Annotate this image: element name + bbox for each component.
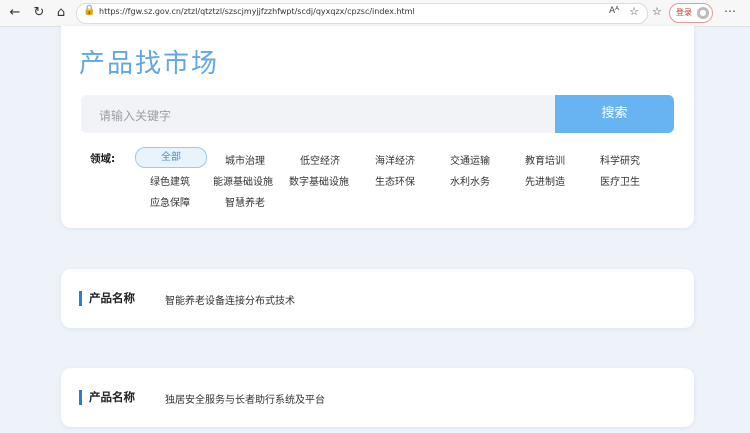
product-label: 产品名称: [89, 390, 135, 404]
tag-research[interactable]: 科学研究: [600, 152, 640, 167]
search-placeholder: 请输入关键字: [99, 109, 172, 123]
tag-ecology[interactable]: 生态环保: [375, 173, 415, 188]
browser-toolbar: ← ↻ ⌂ 🔒 https://fgw.sz.gov.cn/ztzl/qtztz…: [0, 0, 750, 27]
home-icon[interactable]: ⌂: [52, 4, 70, 22]
lock-icon[interactable]: 🔒: [83, 5, 95, 16]
refresh-icon[interactable]: ↻: [30, 4, 48, 22]
tag-low-altitude[interactable]: 低空经济: [300, 152, 340, 167]
back-arrow-icon[interactable]: ←: [6, 4, 24, 22]
url-text[interactable]: https://fgw.sz.gov.cn/ztzl/qtztzl/szscjm…: [99, 7, 415, 16]
accent-bar: [79, 390, 82, 405]
login-button[interactable]: 登录 ●: [669, 3, 713, 23]
tag-city-governance[interactable]: 城市治理: [225, 152, 265, 167]
tag-green-building[interactable]: 绿色建筑: [150, 173, 190, 188]
product-label: 产品名称: [89, 291, 135, 305]
tag-all[interactable]: 全部: [135, 147, 207, 168]
field-label: 领域:: [90, 153, 116, 165]
more-icon[interactable]: ⋯: [724, 4, 736, 18]
tag-manufacturing[interactable]: 先进制造: [525, 173, 565, 188]
tag-marine[interactable]: 海洋经济: [375, 152, 415, 167]
tag-education[interactable]: 教育培训: [525, 152, 565, 167]
login-label: 登录: [676, 8, 692, 17]
tag-smart-elderly[interactable]: 智慧养老: [225, 194, 265, 209]
product-name[interactable]: 独居安全服务与长者助行系统及平台: [165, 391, 325, 406]
product-card[interactable]: 产品名称 独居安全服务与长者助行系统及平台: [61, 368, 694, 427]
favorites-icon[interactable]: ☆: [652, 5, 662, 18]
tag-digital-infra[interactable]: 数字基础设施: [289, 173, 349, 188]
tag-medical[interactable]: 医疗卫生: [600, 173, 640, 188]
product-name[interactable]: 智能养老设备连接分布式技术: [165, 292, 295, 307]
address-bar[interactable]: 🔒 https://fgw.sz.gov.cn/ztzl/qtztzl/szsc…: [76, 3, 648, 24]
search-card: 产品找市场 请输入关键字 搜索 领域: 全部 城市治理 低空经济 海洋经济 交通…: [61, 26, 694, 228]
search-button[interactable]: 搜索: [555, 95, 674, 133]
star-icon[interactable]: ☆: [629, 5, 639, 18]
product-card[interactable]: 产品名称 智能养老设备连接分布式技术: [61, 269, 694, 328]
tag-energy[interactable]: 能源基础设施: [213, 173, 273, 188]
tag-water[interactable]: 水利水务: [450, 173, 490, 188]
accent-bar: [79, 291, 82, 306]
avatar-icon: ●: [697, 7, 709, 19]
tag-emergency[interactable]: 应急保障: [150, 194, 190, 209]
tag-transport[interactable]: 交通运输: [450, 152, 490, 167]
read-aloud-icon[interactable]: Aᴬ: [609, 6, 619, 16]
search-input[interactable]: 请输入关键字: [81, 95, 557, 133]
page-title: 产品找市场: [79, 49, 220, 79]
